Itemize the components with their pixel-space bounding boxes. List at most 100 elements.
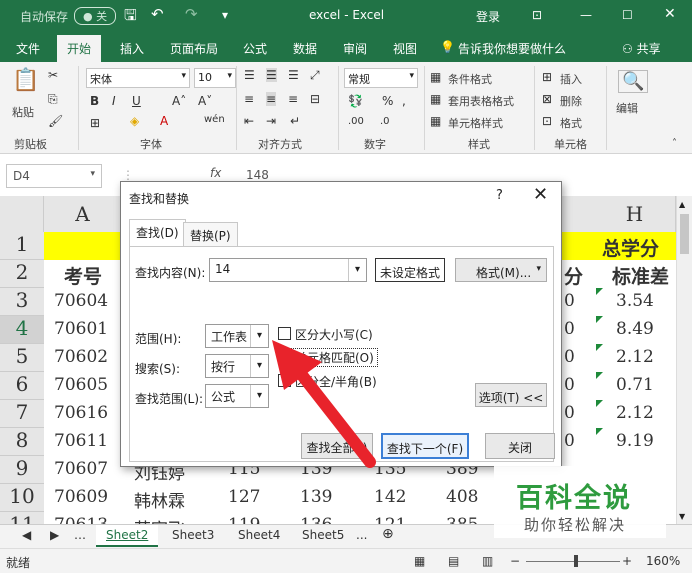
page-layout-view-icon[interactable]: ▤ <box>448 554 459 568</box>
column-header-h[interactable]: H <box>594 196 676 232</box>
tab-review[interactable]: 审阅 <box>343 40 367 57</box>
row-header[interactable]: 6 <box>0 372 44 400</box>
cell-h2[interactable]: 标准差 <box>612 262 669 289</box>
row-header[interactable]: 10 <box>0 484 44 512</box>
cell-b11[interactable]: 苏宇飞 <box>134 515 185 524</box>
save-icon[interactable]: 🖫 <box>124 5 137 30</box>
cell-a[interactable]: 70601 <box>54 319 108 339</box>
redo-icon[interactable]: ↷ <box>185 5 198 23</box>
zoom-slider[interactable] <box>526 561 620 562</box>
tab-view[interactable]: 视图 <box>393 40 417 57</box>
align-right-icon[interactable]: ≡ <box>288 92 298 106</box>
row-header[interactable]: 11 <box>0 512 44 524</box>
align-top-icon[interactable]: ☰ <box>244 68 255 82</box>
select-all-corner[interactable] <box>0 196 44 232</box>
insert-function-icon[interactable]: fx <box>210 166 221 180</box>
bold-icon[interactable]: B <box>90 94 99 108</box>
cell-h1[interactable]: 总学分 <box>602 234 659 261</box>
border-icon[interactable]: ⊞ <box>90 116 100 130</box>
zoom-slider-thumb[interactable] <box>574 555 578 567</box>
number-format-select[interactable]: 常规 ▾ <box>344 68 418 88</box>
cut-icon[interactable]: ✂ <box>48 68 58 82</box>
cell-g[interactable]: 0 <box>564 347 575 367</box>
customize-qat-icon[interactable]: ▾ <box>222 8 228 22</box>
align-middle-icon[interactable]: ☰ <box>266 68 277 82</box>
table-format-button[interactable]: 套用表格格式 <box>448 93 514 109</box>
fill-color-icon[interactable]: ◈ <box>130 114 139 128</box>
collapse-ribbon-icon[interactable]: ˄ <box>672 138 677 149</box>
cell-d10[interactable]: 139 <box>300 487 332 507</box>
increase-decimal-icon[interactable]: .00 <box>348 116 364 127</box>
align-bottom-icon[interactable]: ☰ <box>288 68 299 82</box>
maximize-icon[interactable]: ☐ <box>622 8 633 22</box>
percent-icon[interactable]: % <box>382 94 393 108</box>
increase-indent-icon[interactable]: ⇥ <box>266 114 276 128</box>
more-sheets-icon[interactable]: … <box>74 528 86 542</box>
row-header[interactable]: 1 <box>0 232 44 260</box>
row-header[interactable]: 5 <box>0 344 44 372</box>
share-button[interactable]: ⚇ 共享 <box>622 40 661 57</box>
phonetic-icon[interactable]: wén <box>204 114 225 125</box>
cell-h[interactable]: 3.54 <box>616 291 654 311</box>
tab-formulas[interactable]: 公式 <box>243 40 267 57</box>
increase-font-icon[interactable]: A˄ <box>172 94 186 108</box>
orientation-icon[interactable]: ⤢ <box>310 68 320 83</box>
close-button[interactable]: 关闭 <box>485 433 555 459</box>
close-icon[interactable]: ✕ <box>533 184 548 205</box>
normal-view-icon[interactable]: ▦ <box>414 554 425 568</box>
tab-page-layout[interactable]: 页面布局 <box>170 40 218 57</box>
options-button[interactable]: 选项(T) << <box>475 383 547 407</box>
login-link[interactable]: 登录 <box>476 8 500 25</box>
align-center-icon[interactable]: ≡ <box>266 92 277 106</box>
tab-data[interactable]: 数据 <box>293 40 317 57</box>
row-header[interactable]: 2 <box>0 260 44 288</box>
cell-c10[interactable]: 127 <box>228 487 260 507</box>
tell-me-search[interactable]: 告诉我你想要做什么 <box>458 40 566 57</box>
close-window-icon[interactable]: ✕ <box>664 6 676 22</box>
font-size-select[interactable]: 10 ▾ <box>194 68 236 88</box>
cell-d11[interactable]: 136 <box>300 515 332 524</box>
cell-g[interactable]: 0 <box>564 291 575 311</box>
formula-cancel-icon[interactable]: ⋮ <box>122 168 134 182</box>
cell-a[interactable]: 70604 <box>54 291 108 311</box>
sheet-tab-active[interactable]: Sheet2 <box>96 525 159 547</box>
merge-icon[interactable]: ⊟ <box>310 92 320 106</box>
row-header[interactable]: 7 <box>0 400 44 428</box>
font-name-select[interactable]: 宋体 ▾ <box>86 68 190 88</box>
sheet-tab[interactable]: Sheet5 <box>302 528 344 542</box>
chevron-down-icon[interactable]: ▾ <box>348 259 366 281</box>
cell-b10[interactable]: 韩林霖 <box>134 487 185 512</box>
within-select[interactable]: 工作表 ▾ <box>205 324 269 348</box>
undo-icon[interactable]: ↶ <box>151 5 164 23</box>
cell-h[interactable]: 9.19 <box>616 431 654 451</box>
scroll-up-icon[interactable]: ▲ <box>679 200 685 209</box>
cell-h[interactable]: 2.12 <box>616 347 654 367</box>
cell-a2[interactable]: 考号 <box>64 262 102 289</box>
cell-g[interactable]: 0 <box>564 431 575 451</box>
wrap-text-icon[interactable]: ↵ <box>290 114 300 128</box>
cell-a[interactable]: 70602 <box>54 347 108 367</box>
align-left-icon[interactable]: ≡ <box>244 92 254 106</box>
cell-partial[interactable]: 分 <box>564 262 583 289</box>
sheet-tab[interactable]: Sheet3 <box>172 528 214 542</box>
find-what-input[interactable]: 14 ▾ <box>209 258 367 282</box>
cell-a[interactable]: 70613 <box>54 515 108 524</box>
cell-c11[interactable]: 119 <box>228 515 260 524</box>
underline-icon[interactable]: U <box>132 94 141 108</box>
cell-h[interactable]: 8.49 <box>616 319 654 339</box>
delete-cells-button[interactable]: 删除 <box>560 93 582 109</box>
next-sheet-icon[interactable]: ▶ <box>50 528 59 542</box>
cell-f11[interactable]: 385 <box>446 515 478 524</box>
ribbon-display-icon[interactable]: ⊡ <box>532 8 542 22</box>
cell-g[interactable]: 0 <box>564 375 575 395</box>
search-icon[interactable]: 🔍 <box>618 70 649 93</box>
cell-style-button[interactable]: 单元格样式 <box>448 115 503 131</box>
row-header[interactable]: 3 <box>0 288 44 316</box>
minimize-icon[interactable]: — <box>580 8 592 22</box>
row-header[interactable]: 8 <box>0 428 44 456</box>
cell-a[interactable]: 70607 <box>54 459 108 479</box>
tab-insert[interactable]: 插入 <box>120 40 144 57</box>
cell-h[interactable]: 0.71 <box>616 375 654 395</box>
font-color-icon[interactable]: A <box>160 114 168 128</box>
cell-a[interactable]: 70616 <box>54 403 108 423</box>
